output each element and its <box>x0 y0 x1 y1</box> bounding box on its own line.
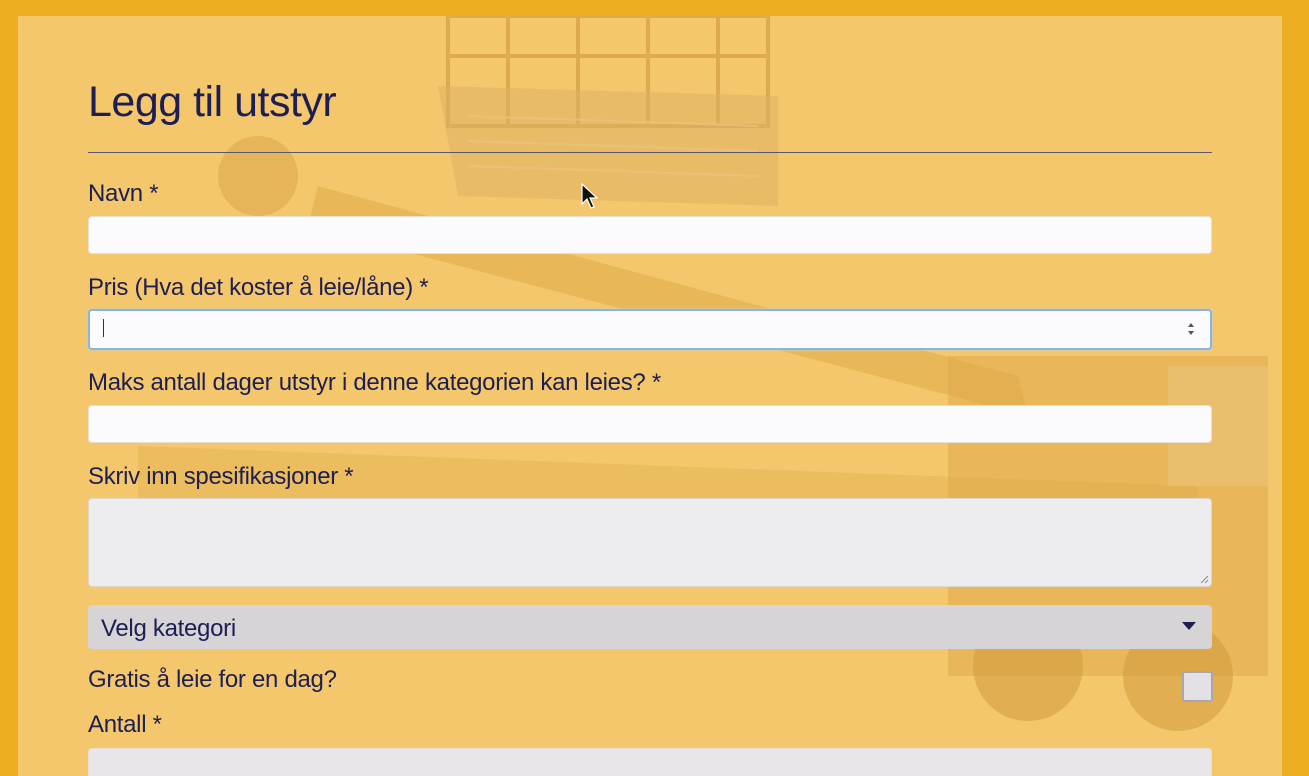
category-select-value: Velg kategori <box>101 615 236 642</box>
free-rent-checkbox[interactable] <box>1182 671 1213 702</box>
text-caret <box>103 319 104 337</box>
specs-label: Skriv inn spesifikasjoner * <box>88 463 354 490</box>
mouse-cursor-icon <box>581 183 599 209</box>
spinner-icon[interactable] <box>1186 320 1196 338</box>
name-input[interactable] <box>88 216 1212 254</box>
price-label: Pris (Hva det koster å leie/låne) * <box>88 274 429 301</box>
page-title: Legg til utstyr <box>88 78 337 126</box>
specs-textarea[interactable] <box>88 498 1212 587</box>
dropdown-arrow-icon <box>1182 622 1196 630</box>
max-days-input[interactable] <box>88 405 1212 443</box>
free-rent-label: Gratis å leie for en dag? <box>88 666 337 693</box>
price-input[interactable] <box>88 309 1212 350</box>
form-panel: Legg til utstyr Navn * Pris (Hva det kos… <box>18 16 1282 776</box>
max-days-label: Maks antall dager utstyr i denne kategor… <box>88 369 661 396</box>
quantity-input[interactable] <box>88 748 1212 776</box>
quantity-label: Antall * <box>88 711 162 738</box>
name-label: Navn * <box>88 180 159 207</box>
title-divider <box>88 152 1212 153</box>
category-select[interactable]: Velg kategori <box>88 605 1212 649</box>
resize-handle-icon[interactable] <box>1200 575 1209 584</box>
